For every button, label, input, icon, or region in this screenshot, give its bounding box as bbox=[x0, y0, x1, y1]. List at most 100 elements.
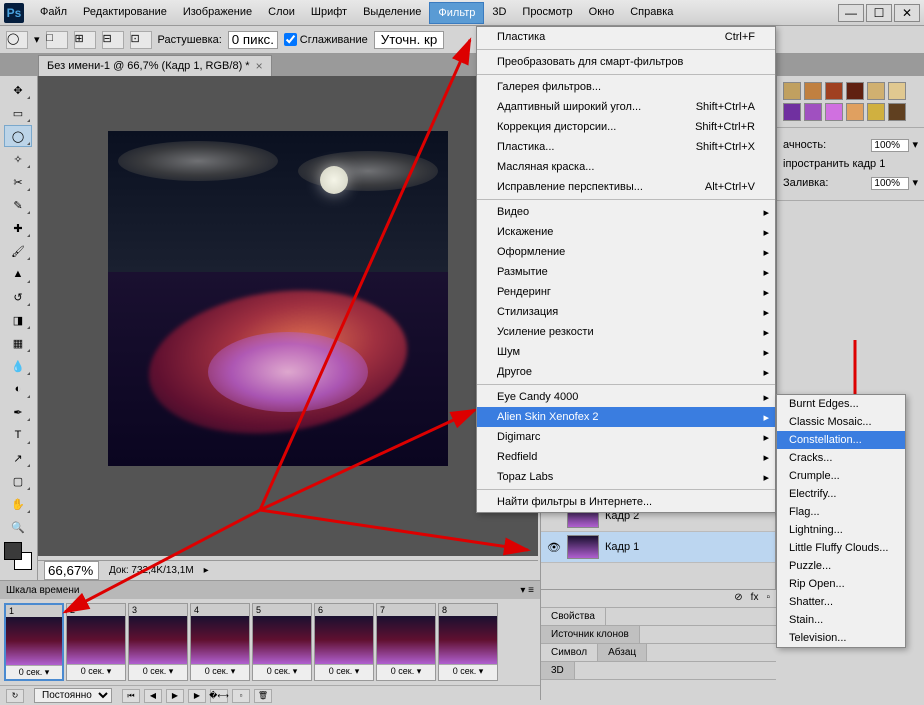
timeline-frame[interactable]: 30 сек. ▾ bbox=[128, 603, 188, 681]
filter-item[interactable]: Адаптивный широкий угол...Shift+Ctrl+A bbox=[477, 97, 775, 117]
link-icon[interactable]: ⊘ bbox=[734, 592, 742, 605]
timeline-frame[interactable]: 60 сек. ▾ bbox=[314, 603, 374, 681]
opacity-input[interactable] bbox=[871, 139, 909, 152]
tween-button[interactable]: �⟷ bbox=[210, 689, 228, 703]
tab-character[interactable]: Символ bbox=[541, 644, 598, 661]
next-frame-button[interactable]: ▶ bbox=[188, 689, 206, 703]
tab-paragraph[interactable]: Абзац bbox=[598, 644, 647, 661]
eyedropper-tool[interactable]: ✎ bbox=[4, 194, 32, 216]
close-icon[interactable]: × bbox=[256, 59, 263, 73]
filter-item[interactable]: Усиление резкости▸ bbox=[477, 322, 775, 342]
filter-item[interactable]: Размытие▸ bbox=[477, 262, 775, 282]
submenu-item[interactable]: Rip Open... bbox=[777, 575, 905, 593]
swatch[interactable] bbox=[846, 103, 864, 121]
timeline-frame[interactable]: 20 сек. ▾ bbox=[66, 603, 126, 681]
maximize-button[interactable]: ☐ bbox=[866, 4, 892, 22]
hand-tool[interactable]: ✋ bbox=[4, 493, 32, 515]
layer-row[interactable]: 👁Кадр 1 bbox=[541, 532, 775, 563]
fill-input[interactable] bbox=[871, 177, 909, 190]
brush-tool[interactable]: 🖌 bbox=[4, 240, 32, 262]
menu-просмотр[interactable]: Просмотр bbox=[514, 2, 580, 24]
loop-select[interactable]: Постоянно bbox=[34, 688, 112, 703]
submenu-item[interactable]: Lightning... bbox=[777, 521, 905, 539]
filter-item[interactable]: Масляная краска... bbox=[477, 157, 775, 177]
menu-3d[interactable]: 3D bbox=[484, 2, 514, 24]
timeline-frame[interactable]: 80 сек. ▾ bbox=[438, 603, 498, 681]
menu-редактирование[interactable]: Редактирование bbox=[75, 2, 175, 24]
swatch[interactable] bbox=[783, 82, 801, 100]
delete-frame-button[interactable]: 🗑 bbox=[254, 689, 272, 703]
wand-tool[interactable]: ✧ bbox=[4, 148, 32, 170]
close-button[interactable]: ✕ bbox=[894, 4, 920, 22]
submenu-item[interactable]: Burnt Edges... bbox=[777, 395, 905, 413]
filter-item[interactable]: Redfield▸ bbox=[477, 447, 775, 467]
canvas-image[interactable] bbox=[108, 131, 448, 466]
filter-item[interactable]: Topaz Labs▸ bbox=[477, 467, 775, 487]
tl-loop-icon[interactable]: ↻ bbox=[6, 689, 24, 703]
menu-шрифт[interactable]: Шрифт bbox=[303, 2, 355, 24]
play-button[interactable]: ▶ bbox=[166, 689, 184, 703]
document-tab[interactable]: Без имени-1 @ 66,7% (Кадр 1, RGB/8) * × bbox=[38, 55, 272, 76]
filter-item[interactable]: Преобразовать для смарт-фильтров bbox=[477, 52, 775, 72]
menu-справка[interactable]: Справка bbox=[622, 2, 681, 24]
submenu-item[interactable]: Little Fluffy Clouds... bbox=[777, 539, 905, 557]
selection-intersect-icon[interactable]: ⊡ bbox=[130, 31, 152, 49]
swatch[interactable] bbox=[888, 103, 906, 121]
filter-item[interactable]: Рендеринг▸ bbox=[477, 282, 775, 302]
filter-item[interactable]: Искажение▸ bbox=[477, 222, 775, 242]
zoom-input[interactable] bbox=[44, 561, 99, 580]
marquee-tool[interactable]: ▭ bbox=[4, 102, 32, 124]
swatch[interactable] bbox=[825, 103, 843, 121]
selection-subtract-icon[interactable]: ⊟ bbox=[102, 31, 124, 49]
tab-clone-source[interactable]: Источник клонов bbox=[541, 626, 640, 643]
new-frame-button[interactable]: ▫ bbox=[232, 689, 250, 703]
filter-item[interactable]: Шум▸ bbox=[477, 342, 775, 362]
tab-3d[interactable]: 3D bbox=[541, 662, 575, 679]
menu-слои[interactable]: Слои bbox=[260, 2, 303, 24]
filter-item[interactable]: Оформление▸ bbox=[477, 242, 775, 262]
timeline-frame[interactable]: 40 сек. ▾ bbox=[190, 603, 250, 681]
eraser-tool[interactable]: ◨ bbox=[4, 309, 32, 331]
timeline-frame[interactable]: 70 сек. ▾ bbox=[376, 603, 436, 681]
fx-icon[interactable]: fx bbox=[751, 592, 759, 605]
selection-add-icon[interactable]: ⊞ bbox=[74, 31, 96, 49]
history-brush-tool[interactable]: ↺ bbox=[4, 286, 32, 308]
menu-выделение[interactable]: Выделение bbox=[355, 2, 429, 24]
stamp-tool[interactable]: ▲ bbox=[4, 263, 32, 285]
submenu-item[interactable]: Shatter... bbox=[777, 593, 905, 611]
menu-файл[interactable]: Файл bbox=[32, 2, 75, 24]
crop-tool[interactable]: ✂ bbox=[4, 171, 32, 193]
filter-item[interactable]: Alien Skin Xenofex 2▸ bbox=[477, 407, 775, 427]
swatch[interactable] bbox=[804, 103, 822, 121]
refine-edge-button[interactable]: Уточн. кр bbox=[374, 31, 445, 49]
filter-item[interactable]: Другое▸ bbox=[477, 362, 775, 382]
filter-item[interactable]: Галерея фильтров... bbox=[477, 77, 775, 97]
filter-item[interactable]: Исправление перспективы...Alt+Ctrl+V bbox=[477, 177, 775, 197]
swatch[interactable] bbox=[783, 103, 801, 121]
swatch[interactable] bbox=[888, 82, 906, 100]
tab-properties[interactable]: Свойства bbox=[541, 608, 606, 625]
filter-item[interactable]: Стилизация▸ bbox=[477, 302, 775, 322]
minimize-button[interactable]: — bbox=[838, 4, 864, 22]
timeline-frame[interactable]: 10 сек. ▾ bbox=[4, 603, 64, 681]
swatch[interactable] bbox=[846, 82, 864, 100]
submenu-item[interactable]: Classic Mosaic... bbox=[777, 413, 905, 431]
timeline-frame[interactable]: 50 сек. ▾ bbox=[252, 603, 312, 681]
first-frame-button[interactable]: ⏮ bbox=[122, 689, 140, 703]
selection-new-icon[interactable]: □ bbox=[46, 31, 68, 49]
filter-item[interactable]: Найти фильтры в Интернете... bbox=[477, 492, 775, 512]
submenu-item[interactable]: Crumple... bbox=[777, 467, 905, 485]
swatch[interactable] bbox=[867, 82, 885, 100]
submenu-item[interactable]: Electrify... bbox=[777, 485, 905, 503]
antialias-checkbox[interactable]: Сглаживание bbox=[284, 33, 368, 46]
blur-tool[interactable]: 💧 bbox=[4, 355, 32, 377]
tool-preset-icon[interactable]: ◯ bbox=[6, 31, 28, 49]
type-tool[interactable]: T bbox=[4, 424, 32, 446]
filter-item[interactable]: ПластикаCtrl+F bbox=[477, 27, 775, 47]
filter-item[interactable]: Видео▸ bbox=[477, 202, 775, 222]
gradient-tool[interactable]: ▦ bbox=[4, 332, 32, 354]
prev-frame-button[interactable]: ◀ bbox=[144, 689, 162, 703]
submenu-item[interactable]: Television... bbox=[777, 629, 905, 647]
lasso-tool[interactable]: ◯ bbox=[4, 125, 32, 147]
swatch[interactable] bbox=[867, 103, 885, 121]
